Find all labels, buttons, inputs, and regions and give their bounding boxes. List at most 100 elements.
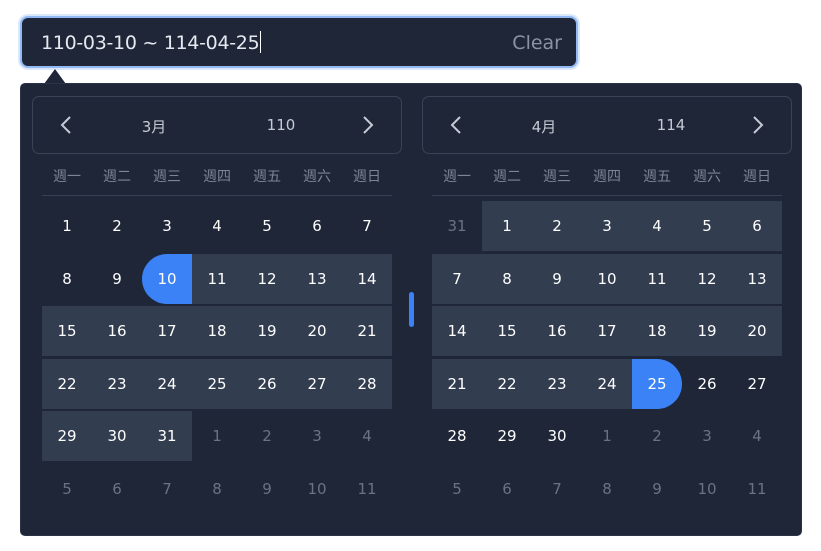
day-cell[interactable]: 10 <box>292 464 342 514</box>
day-cell[interactable]: 11 <box>342 464 392 514</box>
day-cell[interactable]: 3 <box>582 201 632 251</box>
day-cell[interactable]: 22 <box>482 358 532 409</box>
day-cell[interactable]: 23 <box>532 358 582 409</box>
day-cell[interactable]: 10 <box>582 253 632 304</box>
day-cell[interactable]: 1 <box>192 411 242 461</box>
prev-month-button[interactable] <box>436 97 476 153</box>
day-cell[interactable]: 2 <box>242 411 292 461</box>
day-cell[interactable]: 28 <box>432 411 482 461</box>
day-cell[interactable]: 6 <box>292 201 342 251</box>
day-cell[interactable]: 1 <box>42 201 92 251</box>
day-cell[interactable]: 17 <box>142 306 192 357</box>
day-cell[interactable]: 22 <box>42 358 92 409</box>
day-cell[interactable]: 8 <box>582 464 632 514</box>
day-cell[interactable]: 18 <box>192 306 242 357</box>
day-cell[interactable]: 6 <box>732 201 782 251</box>
day-cell[interactable]: 26 <box>242 358 292 409</box>
day-cell[interactable]: 29 <box>482 411 532 461</box>
day-cell[interactable]: 4 <box>732 411 782 461</box>
clear-button[interactable]: Clear <box>512 32 562 54</box>
next-month-button[interactable] <box>348 97 388 153</box>
day-cell[interactable]: 8 <box>482 253 532 304</box>
day-cell[interactable]: 1 <box>582 411 632 461</box>
day-cell[interactable]: 5 <box>242 201 292 251</box>
day-cell[interactable]: 18 <box>632 306 682 357</box>
week-row: 15 16 17 18 19 20 21 <box>42 306 392 357</box>
day-cell[interactable]: 29 <box>42 411 92 462</box>
day-cell[interactable]: 15 <box>42 306 92 357</box>
date-range-value[interactable]: 110-03-10 ~ 114-04-25 <box>41 31 262 54</box>
day-cell[interactable]: 3 <box>292 411 342 461</box>
day-cell[interactable]: 19 <box>682 306 732 357</box>
day-cell[interactable]: 30 <box>92 411 142 462</box>
day-cell[interactable]: 23 <box>92 358 142 409</box>
day-cell[interactable]: 31 <box>142 411 192 462</box>
month-label[interactable]: 3月 <box>119 116 189 137</box>
day-cell[interactable]: 14 <box>432 306 482 357</box>
day-cell[interactable]: 9 <box>92 254 142 304</box>
day-cell[interactable]: 20 <box>292 306 342 357</box>
month-label[interactable]: 4月 <box>509 116 579 137</box>
year-label[interactable]: 114 <box>636 116 706 134</box>
day-cell[interactable]: 5 <box>682 201 732 251</box>
day-cell[interactable]: 4 <box>632 201 682 251</box>
range-start-day[interactable]: 10 <box>142 253 192 304</box>
day-cell[interactable]: 26 <box>682 359 732 409</box>
day-cell[interactable]: 25 <box>192 358 242 409</box>
day-cell[interactable]: 7 <box>532 464 582 514</box>
day-cell[interactable]: 6 <box>482 464 532 514</box>
day-cell[interactable]: 7 <box>342 201 392 251</box>
prev-month-button[interactable] <box>46 97 86 153</box>
day-cell[interactable]: 2 <box>632 411 682 461</box>
right-calendar-header: 4月 114 <box>422 96 792 154</box>
day-cell[interactable]: 5 <box>432 464 482 514</box>
day-cell[interactable]: 20 <box>732 306 782 357</box>
day-cell[interactable]: 9 <box>242 464 292 514</box>
day-cell[interactable]: 27 <box>732 359 782 409</box>
weekday-header: 週一 週二 週三 週四 週五 週六 週日 <box>432 166 792 186</box>
day-cell[interactable]: 7 <box>142 464 192 514</box>
day-cell[interactable]: 8 <box>42 254 92 304</box>
day-cell[interactable]: 16 <box>92 306 142 357</box>
day-cell[interactable]: 16 <box>532 306 582 357</box>
day-cell[interactable]: 2 <box>532 201 582 251</box>
day-cell[interactable]: 17 <box>582 306 632 357</box>
day-cell[interactable]: 24 <box>142 358 192 409</box>
date-range-input[interactable]: 110-03-10 ~ 114-04-25 Clear <box>20 16 578 68</box>
day-cell[interactable]: 15 <box>482 306 532 357</box>
day-cell[interactable]: 1 <box>482 201 532 251</box>
day-cell[interactable]: 4 <box>342 411 392 461</box>
day-cell[interactable]: 3 <box>682 411 732 461</box>
day-cell[interactable]: 11 <box>192 253 242 304</box>
day-cell[interactable]: 4 <box>192 201 242 251</box>
day-cell[interactable]: 5 <box>42 464 92 514</box>
day-cell[interactable]: 6 <box>92 464 142 514</box>
day-cell[interactable]: 11 <box>632 253 682 304</box>
day-cell[interactable]: 10 <box>682 464 732 514</box>
day-cell[interactable]: 7 <box>432 253 482 304</box>
day-cell[interactable]: 24 <box>582 358 632 409</box>
day-cell[interactable]: 13 <box>732 253 782 304</box>
year-label[interactable]: 110 <box>246 116 316 134</box>
day-cell[interactable]: 9 <box>632 464 682 514</box>
day-cell[interactable]: 12 <box>682 253 732 304</box>
day-cell[interactable]: 2 <box>92 201 142 251</box>
day-cell[interactable]: 3 <box>142 201 192 251</box>
day-cell[interactable]: 27 <box>292 358 342 409</box>
next-month-button[interactable] <box>738 97 778 153</box>
day-cell[interactable]: 14 <box>342 253 392 304</box>
day-cell[interactable]: 12 <box>242 253 292 304</box>
day-cell[interactable]: 21 <box>342 306 392 357</box>
day-cell[interactable]: 30 <box>532 411 582 461</box>
day-cell[interactable]: 11 <box>732 464 782 514</box>
day-cell[interactable]: 13 <box>292 253 342 304</box>
day-cell[interactable]: 9 <box>532 253 582 304</box>
selected-day-label: 25 <box>632 358 682 409</box>
day-cell[interactable]: 8 <box>192 464 242 514</box>
day-cell[interactable]: 31 <box>432 201 482 251</box>
scroll-indicator[interactable] <box>409 292 414 327</box>
day-cell[interactable]: 19 <box>242 306 292 357</box>
day-cell[interactable]: 21 <box>432 358 482 409</box>
day-cell[interactable]: 28 <box>342 358 392 409</box>
range-end-day[interactable]: 25 <box>632 358 682 409</box>
